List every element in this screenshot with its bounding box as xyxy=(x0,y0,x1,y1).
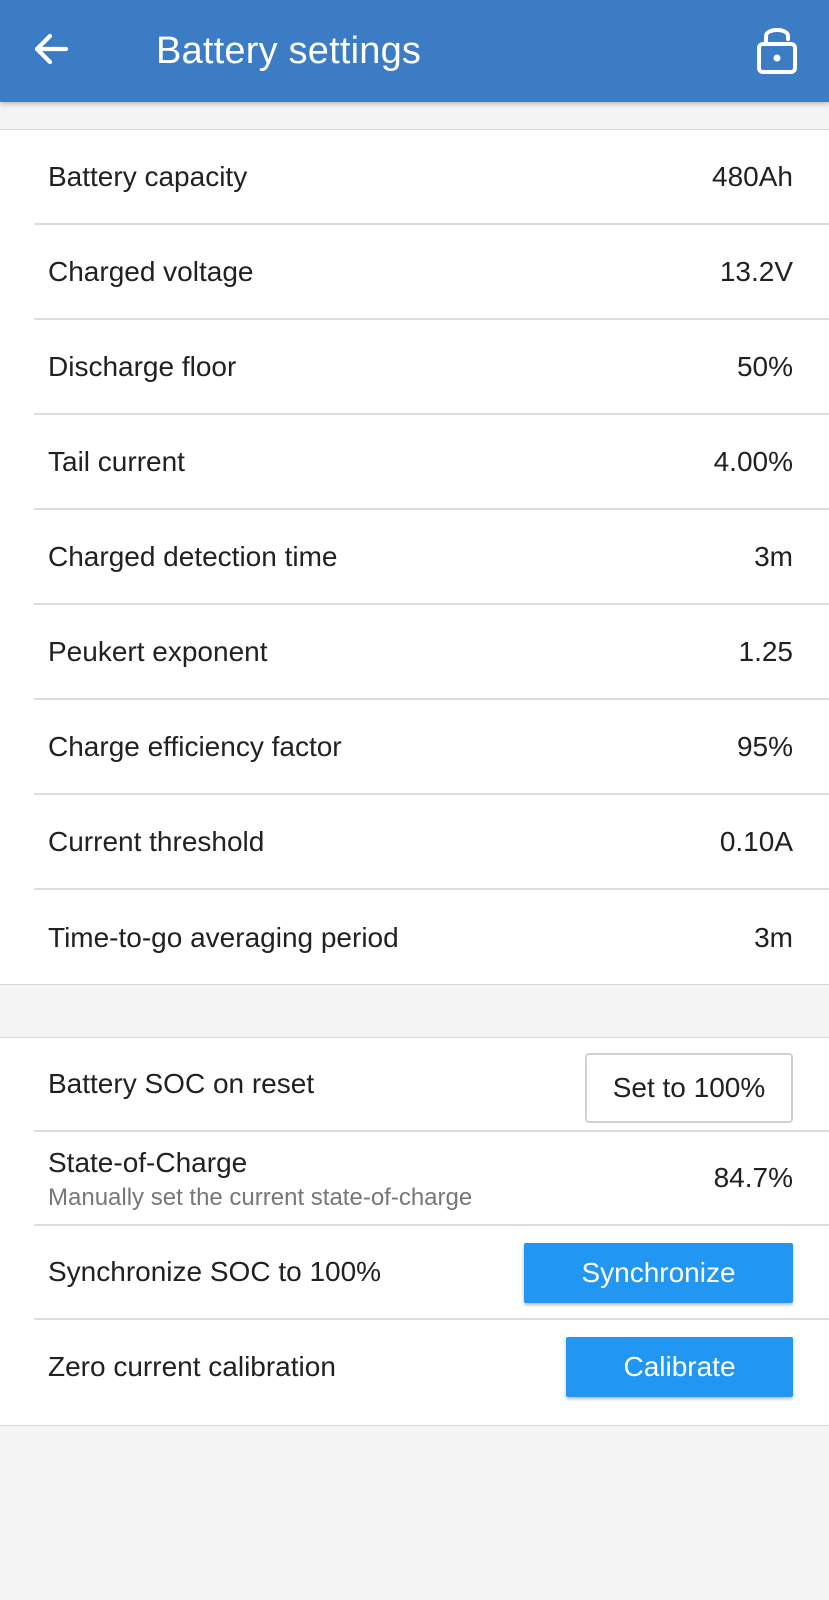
lock-open-icon xyxy=(757,28,797,74)
app-bar: Battery settings xyxy=(0,0,829,102)
setting-value: 0.10A xyxy=(719,825,793,857)
setting-label: Discharge floor xyxy=(48,350,237,382)
setting-value: 1.25 xyxy=(738,635,794,667)
setting-row-discharge-floor[interactable]: Discharge floor 50% xyxy=(34,320,829,415)
setting-row-charge-efficiency-factor[interactable]: Charge efficiency factor 95% xyxy=(34,700,829,795)
setting-row-time-to-go-averaging-period[interactable]: Time-to-go averaging period 3m xyxy=(34,890,829,985)
settings-list: Battery capacity 480Ah Charged voltage 1… xyxy=(0,129,829,985)
arrow-left-icon xyxy=(34,33,69,65)
state-of-charge-description: Manually set the current state-of-charge xyxy=(48,1184,473,1211)
soc-reset-row: Battery SOC on reset Set to 100% xyxy=(34,1038,829,1132)
setting-row-peukert-exponent[interactable]: Peukert exponent 1.25 xyxy=(34,605,829,700)
state-of-charge-value: 84.7% xyxy=(713,1162,793,1193)
soc-reset-label: Battery SOC on reset xyxy=(48,1068,315,1099)
setting-value: 3m xyxy=(754,540,793,572)
setting-label: Battery capacity xyxy=(48,160,248,192)
state-of-charge-label: State-of-Charge xyxy=(48,1147,248,1178)
synchronize-row: Synchronize SOC to 100% Synchronize xyxy=(34,1226,829,1320)
setting-row-charged-detection-time[interactable]: Charged detection time 3m xyxy=(34,510,829,605)
actions-list: Battery SOC on reset Set to 100% State-o… xyxy=(0,1037,829,1426)
setting-row-current-threshold[interactable]: Current threshold 0.10A xyxy=(34,795,829,890)
setting-value: 480Ah xyxy=(712,160,793,192)
setting-value: 95% xyxy=(736,730,793,762)
set-to-100-button[interactable]: Set to 100% xyxy=(585,1053,793,1123)
setting-label: Charged voltage xyxy=(48,255,254,287)
setting-label: Current threshold xyxy=(48,825,265,857)
setting-row-tail-current[interactable]: Tail current 4.00% xyxy=(34,415,829,510)
setting-value: 50% xyxy=(736,350,793,382)
setting-label: Peukert exponent xyxy=(48,635,268,667)
setting-value: 13.2V xyxy=(719,255,793,287)
setting-label: Time-to-go averaging period xyxy=(48,921,399,953)
back-button[interactable] xyxy=(26,23,78,75)
state-of-charge-row[interactable]: State-of-Charge Manually set the current… xyxy=(34,1132,829,1226)
setting-label: Charge efficiency factor xyxy=(48,730,342,762)
calibrate-button[interactable]: Calibrate xyxy=(566,1337,793,1397)
lock-button[interactable] xyxy=(752,22,802,78)
setting-value: 4.00% xyxy=(713,445,793,477)
synchronize-button[interactable]: Synchronize xyxy=(524,1243,793,1303)
calibration-label: Zero current calibration xyxy=(48,1351,336,1382)
setting-label: Tail current xyxy=(48,445,185,477)
setting-row-battery-capacity[interactable]: Battery capacity 480Ah xyxy=(34,130,829,225)
setting-value: 3m xyxy=(754,921,793,953)
synchronize-label: Synchronize SOC to 100% xyxy=(48,1256,382,1287)
calibration-row: Zero current calibration Calibrate xyxy=(34,1320,829,1414)
setting-row-charged-voltage[interactable]: Charged voltage 13.2V xyxy=(34,225,829,320)
state-of-charge-label-group: State-of-Charge Manually set the current… xyxy=(48,1146,472,1214)
setting-label: Charged detection time xyxy=(48,540,338,572)
page-title: Battery settings xyxy=(156,30,422,72)
